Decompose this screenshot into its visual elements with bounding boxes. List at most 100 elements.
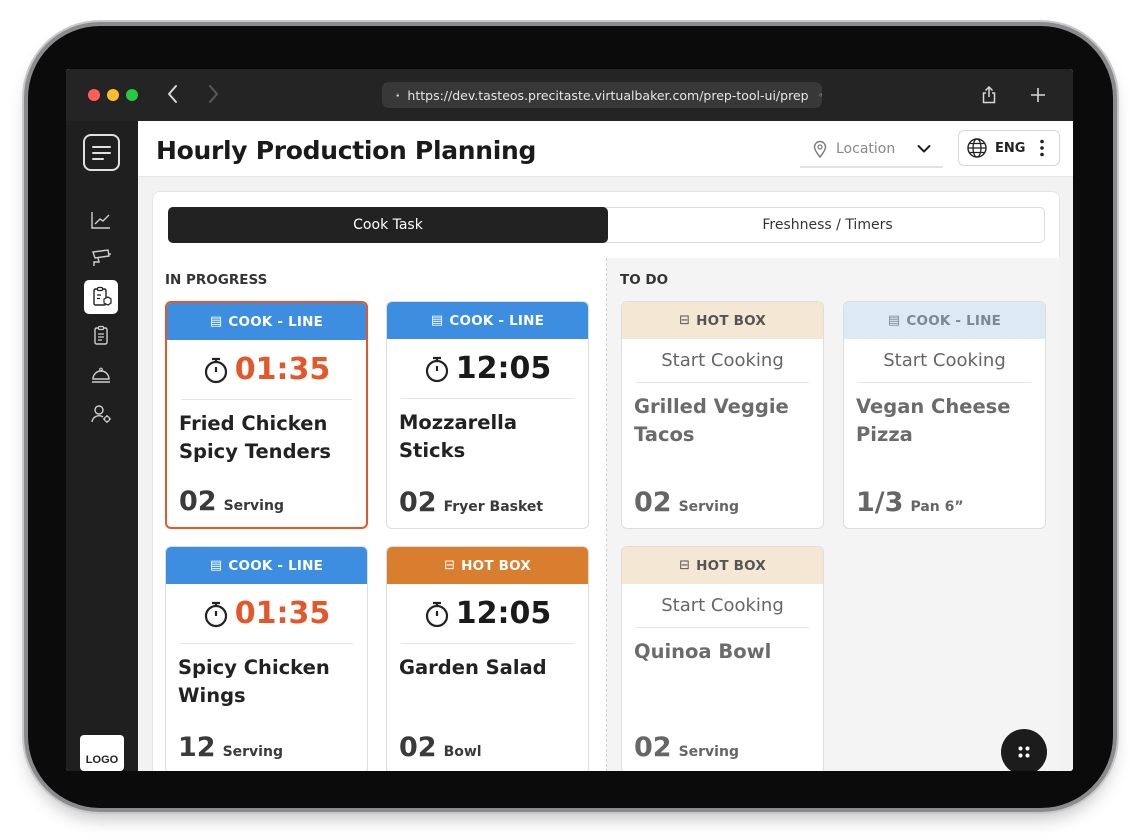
card-station-header: ⊟ HOT BOX [622,302,823,339]
card-quantity: 1/3 Pan 6” [856,487,964,518]
item-name: Grilled Veggie Tacos [622,383,823,449]
apps-fab-button[interactable] [1001,729,1047,771]
card-timer: 12:05 [401,339,574,399]
grid-dots-icon [1018,746,1030,758]
card-quantity: 02 Fryer Basket [399,487,543,518]
lock-icon [396,93,399,97]
sidebar-item-checklist[interactable] [84,319,118,353]
start-cooking-button[interactable]: Start Cooking [636,584,809,628]
back-button[interactable] [166,83,180,110]
cloche-icon [92,367,110,383]
chevron-right-icon [209,85,218,103]
forward-button[interactable] [206,83,220,110]
cooktop-icon: ▤ [209,314,223,329]
quantity-unit: Serving [678,499,739,515]
sidebar-item-prep-tasks[interactable] [84,280,118,314]
quantity-value: 02 [634,732,672,763]
quantity-value: 02 [399,732,437,763]
item-name-line: Tacos [634,423,695,446]
tab-freshness-timers[interactable]: Freshness / Timers [609,207,1046,243]
address-bar[interactable]: https://dev.tasteos.precitaste.virtualba… [382,82,822,108]
task-board: Cook Task Freshness / Timers IN PROGRESS… [152,191,1060,771]
in-progress-card[interactable]: ▤ COOK - LINE 12:05 Mozzarella Sticks 02… [386,301,589,529]
chevron-left-icon [168,85,177,103]
item-name-line: Pizza [856,423,913,446]
item-name-line: Vegan Cheese [856,395,1011,418]
todo-card[interactable]: ▤ COOK - LINE Start Cooking Vegan Cheese… [843,301,1046,529]
hot-box-icon: ⊟ [679,558,691,573]
quantity-unit: Serving [678,744,739,760]
item-name: Mozzarella Sticks [387,399,588,465]
in-progress-card[interactable]: ⊟ HOT BOX 12:05 Garden Salad 02 Bowl [386,546,589,771]
cooktop-icon: ▤ [430,313,444,328]
share-icon[interactable] [981,86,997,104]
station-label: COOK - LINE [449,312,545,329]
location-pin-icon [813,140,827,158]
page-title: Hourly Production Planning [156,136,537,165]
language-selector[interactable]: ENG [958,130,1060,166]
todo-card[interactable]: ⊟ HOT BOX Start Cooking Quinoa Bowl 02 S… [621,546,824,771]
card-station-header: ▤ COOK - LINE [166,547,367,584]
clipboard-tasks-icon [93,286,112,306]
maximize-window-button[interactable] [126,89,138,101]
quantity-unit: Serving [223,498,284,514]
item-name: Vegan Cheese Pizza [844,383,1045,449]
cooktop-icon: ▤ [887,313,901,328]
start-cooking-button[interactable]: Start Cooking [858,339,1031,383]
todo-title: TO DO [620,272,669,288]
card-timer: 01:35 [180,584,353,644]
timer-value: 12:05 [455,596,552,631]
quantity-value: 02 [634,487,672,518]
clipboard-list-icon [94,325,108,345]
quantity-unit: Pan 6” [910,499,964,515]
location-placeholder: Location [836,141,896,157]
in-progress-card[interactable]: ▤ COOK - LINE 01:35 Spicy Chicken Wings … [165,546,368,771]
item-name-line: Spicy Chicken [178,656,330,679]
card-station-header: ▤ COOK - LINE [844,302,1045,339]
card-timer: 01:35 [181,340,352,400]
timer-value: 12:05 [455,351,552,386]
station-label: COOK - LINE [228,557,324,574]
column-divider [606,258,607,771]
stopwatch-icon [204,601,227,627]
item-name-line: Grilled Veggie [634,395,789,418]
card-station-header: ▤ COOK - LINE [167,303,366,340]
new-tab-icon[interactable] [1030,87,1046,103]
card-station-header: ⊟ HOT BOX [387,547,588,584]
card-quantity: 12 Serving [178,732,283,763]
reload-icon[interactable] [819,89,822,101]
menu-button[interactable] [83,134,120,171]
security-camera-icon [92,249,111,266]
card-timer: 12:05 [401,584,574,644]
timer-value: 01:35 [234,352,331,387]
quantity-unit: Bowl [443,744,482,760]
sidebar-item-camera[interactable] [84,241,118,275]
card-quantity: 02 Serving [634,487,739,518]
card-station-header: ▤ COOK - LINE [387,302,588,339]
view-tabs: Cook Task Freshness / Timers [168,207,1045,243]
quantity-value: 1/3 [856,487,904,518]
in-progress-card[interactable]: ▤ COOK - LINE 01:35 Fried Chicken Spicy … [165,301,368,529]
station-label: HOT BOX [696,557,766,574]
more-vertical-icon[interactable] [1039,138,1045,158]
minimize-window-button[interactable] [107,89,119,101]
in-progress-title: IN PROGRESS [165,272,268,288]
sidebar-item-users[interactable] [84,397,118,431]
location-select[interactable]: Location [800,132,943,168]
quantity-unit: Serving [222,744,283,760]
sidebar: LOGO [66,121,138,771]
start-cooking-button[interactable]: Start Cooking [636,339,809,383]
sidebar-item-analytics[interactable] [84,203,118,237]
tab-cook-task[interactable]: Cook Task [168,207,608,243]
todo-card[interactable]: ⊟ HOT BOX Start Cooking Grilled Veggie T… [621,301,824,529]
chart-line-icon [91,212,110,229]
item-name-line: Fried Chicken [179,412,328,435]
sidebar-item-service[interactable] [84,358,118,392]
station-label: COOK - LINE [228,313,324,330]
close-window-button[interactable] [88,89,100,101]
station-label: COOK - LINE [906,312,1002,329]
item-name-line: Quinoa Bowl [634,640,772,663]
quantity-unit: Fryer Basket [443,499,544,515]
stopwatch-icon [204,357,227,383]
main-content: Hourly Production Planning Location ENG … [138,121,1073,771]
